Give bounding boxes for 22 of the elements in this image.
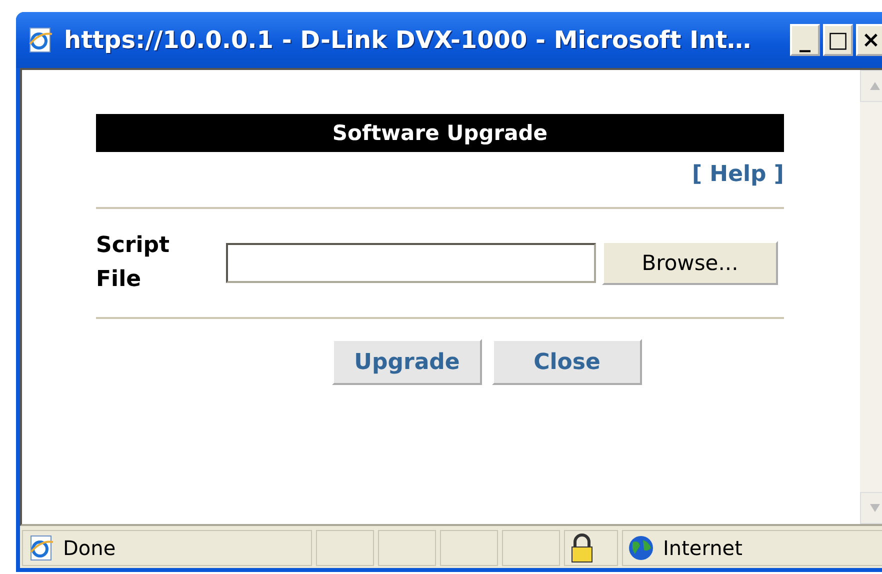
status-panel <box>440 530 498 566</box>
page-heading: Software Upgrade <box>96 114 784 152</box>
lock-icon <box>569 533 595 563</box>
help-link[interactable]: [ Help ] <box>692 162 784 187</box>
status-panel <box>502 530 560 566</box>
close-button[interactable]: × <box>856 24 882 56</box>
upgrade-button[interactable]: Upgrade <box>332 339 482 385</box>
status-panel <box>378 530 436 566</box>
minimize-button[interactable]: _ <box>790 24 820 56</box>
status-text: Done <box>63 536 116 560</box>
zone-text: Internet <box>663 536 742 560</box>
scrollbar[interactable] <box>860 70 882 524</box>
status-panel <box>316 530 374 566</box>
browse-button[interactable]: Browse... <box>602 241 778 285</box>
globe-icon <box>627 534 655 562</box>
field-label: Script File <box>96 232 171 294</box>
scroll-up-icon[interactable] <box>870 82 880 90</box>
scroll-down-icon[interactable] <box>870 504 880 512</box>
file-path-field[interactable] <box>226 243 596 283</box>
close-page-button[interactable]: Close <box>492 339 642 385</box>
maximize-button[interactable]: □ <box>823 24 853 56</box>
window-title: https://10.0.0.1 - D-Link DVX-1000 - Microsoft Int… <box>64 26 752 54</box>
